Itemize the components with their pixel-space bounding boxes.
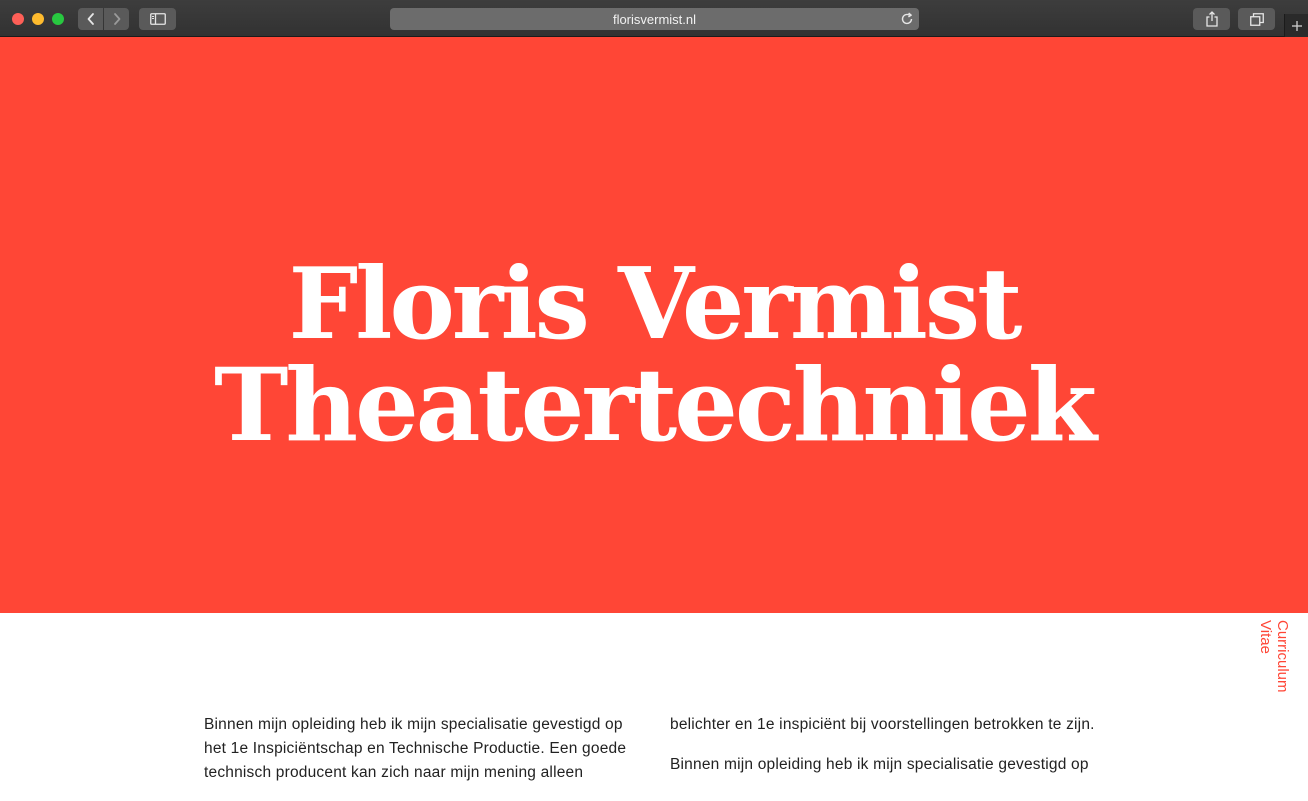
zoom-window-button[interactable] [52,13,64,25]
hero-title-subtitle: Theatertechniek [213,346,1097,464]
address-bar[interactable]: florisvermist.nl [390,8,919,30]
forward-button[interactable] [104,8,129,30]
hero-banner: Floris Vermist Theatertechniek [0,37,1308,613]
sidebar-icon [149,13,166,25]
body-paragraph-2: Binnen mijn opleiding heb ik mijn specia… [670,756,1089,773]
close-window-button[interactable] [12,13,24,25]
reload-icon[interactable] [900,12,914,26]
curriculum-vitae-link[interactable]: Curriculum Vitae [1257,620,1291,730]
body-paragraph-1: belichter en 1e inspiciënt bij voorstell… [670,716,1095,733]
share-button[interactable] [1193,8,1230,30]
url-text: florisvermist.nl [612,11,697,27]
sidebar-button[interactable] [139,8,176,30]
back-button[interactable] [78,8,103,30]
tabs-icon [1249,12,1264,26]
show-tabs-button[interactable] [1238,8,1275,30]
new-tab-button[interactable] [1284,14,1308,37]
browser-toolbar: florisvermist.nl [0,0,1308,37]
chevron-right-icon [113,13,120,25]
minimize-window-button[interactable] [32,13,44,25]
intro-paragraph: Binnen mijn opleiding heb ik mijn specia… [204,716,627,781]
content-column-right: belichter en 1e inspiciënt bij voorstell… [670,713,1110,793]
share-icon [1205,11,1218,27]
chevron-left-icon [87,13,94,25]
plus-icon [1292,20,1302,31]
content-column-left: Binnen mijn opleiding heb ik mijn specia… [204,713,644,801]
hero-title-name: Floris Vermist [288,247,1023,362]
